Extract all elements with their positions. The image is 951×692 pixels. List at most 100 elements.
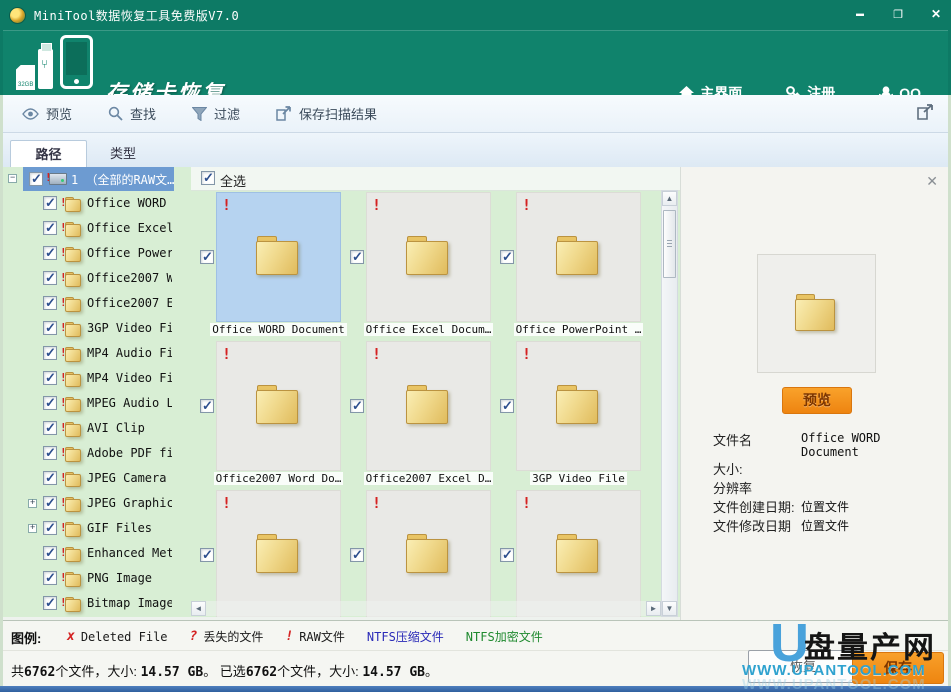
tile-checkbox[interactable] (200, 547, 214, 563)
raw-mark-icon: ! (60, 421, 67, 434)
tile-checkbox[interactable] (500, 249, 514, 265)
tree-item[interactable]: ! MP4 Audio File (3, 341, 174, 366)
folder-icon (65, 222, 82, 237)
preview-button[interactable]: 预览 (782, 387, 852, 414)
tree-item-checkbox[interactable] (43, 320, 57, 336)
share-icon[interactable] (916, 103, 935, 121)
expand-icon[interactable] (28, 497, 37, 508)
tree-item-checkbox[interactable] (43, 345, 57, 361)
tree-item[interactable]: ! Enhanced Met… (3, 541, 174, 566)
tree-item-checkbox[interactable] (43, 545, 57, 561)
tile-checkbox[interactable] (350, 547, 364, 563)
tree-item[interactable]: ! Office Excel… (3, 216, 174, 241)
folder-icon (65, 422, 82, 437)
tree-item[interactable]: ! Office2007 E… (3, 291, 174, 316)
scroll-down-icon[interactable]: ▼ (662, 601, 677, 616)
save-button[interactable]: 保存 (852, 652, 944, 684)
tile-checkbox[interactable] (500, 547, 514, 563)
tile-body[interactable]: ! (516, 192, 641, 322)
scroll-right-icon[interactable]: ► (646, 601, 661, 616)
tile-checkbox[interactable] (350, 249, 364, 265)
grid-vertical-scrollbar[interactable]: ▲ ▼ (661, 190, 678, 617)
status-text-part: 6762 (245, 665, 278, 680)
tree-item[interactable]: ! GIF Files (3, 516, 174, 541)
close-button[interactable] (927, 6, 945, 22)
recover-button[interactable]: 恢复 (748, 650, 858, 683)
toolbar-save-scan-button[interactable]: 保存扫描结果 (276, 104, 377, 123)
tree-item-checkbox[interactable] (43, 495, 57, 511)
legend-item: NTFS加密文件 (466, 628, 543, 645)
tree-item-checkbox[interactable] (43, 470, 57, 486)
tree-item[interactable]: ! Bitmap Image (3, 591, 174, 616)
tree-item[interactable]: ! JPEG Graphic… (3, 491, 174, 516)
scrollbar-thumb[interactable] (663, 210, 676, 278)
tree-item-checkbox[interactable] (43, 595, 57, 611)
raw-mark-icon: ! (60, 346, 67, 359)
toolbar-find-button[interactable]: 查找 (108, 104, 156, 123)
tree-item[interactable]: ! 3GP Video File (3, 316, 174, 341)
tree-item[interactable]: ! Office WORD … (3, 191, 174, 216)
tree-item[interactable]: ! MP4 Video File (3, 366, 174, 391)
tree-item-checkbox[interactable] (43, 520, 57, 536)
raw-mark-icon: ! (60, 521, 67, 534)
tab-path[interactable]: 路径 (10, 140, 87, 167)
tree-item-checkbox[interactable] (43, 220, 57, 236)
folder-icon (405, 385, 452, 425)
folder-icon (65, 497, 82, 512)
scroll-up-icon[interactable]: ▲ (662, 191, 677, 206)
tree-item[interactable]: ! AVI Clip (3, 416, 174, 441)
minimize-button[interactable] (851, 6, 869, 22)
tree-item[interactable]: ! Office Power… (3, 241, 174, 266)
eye-icon (22, 107, 39, 120)
raw-mark-icon: ! (60, 571, 67, 584)
tree-item-checkbox[interactable] (43, 270, 57, 286)
tile-body[interactable]: ! (216, 192, 341, 322)
tree-item-checkbox[interactable] (43, 195, 57, 211)
tree-item[interactable]: ! JPEG Camera … (3, 466, 174, 491)
close-preview-icon[interactable]: ✕ (926, 173, 938, 190)
expand-icon[interactable] (28, 522, 37, 533)
maximize-button[interactable] (889, 6, 907, 22)
tree-item[interactable]: ! PNG Image (3, 566, 174, 591)
toolbar-filter-button[interactable]: 过滤 (192, 104, 240, 123)
tree-item-checkbox[interactable] (43, 370, 57, 386)
tree-item-checkbox[interactable] (43, 395, 57, 411)
tile-body[interactable]: ! (366, 490, 491, 617)
tile-checkbox[interactable] (200, 398, 214, 414)
detail-row: 分辨率 (713, 478, 940, 497)
toolbar-preview-button[interactable]: 预览 (22, 104, 72, 123)
tree-item[interactable]: ! MPEG Audio L… (3, 391, 174, 416)
tree-item-checkbox[interactable] (43, 570, 57, 586)
tile-body[interactable]: ! (216, 490, 341, 617)
folder-icon (555, 385, 602, 425)
legend-item: NTFS压缩文件 (367, 628, 444, 645)
tree-item-checkbox[interactable] (43, 420, 57, 436)
tile-checkbox[interactable] (500, 398, 514, 414)
tree-item-checkbox[interactable] (43, 245, 57, 261)
tree-root-checkbox[interactable] (29, 171, 43, 187)
tile-checkbox[interactable] (350, 398, 364, 414)
file-tile: ! Office Excel Docum… (350, 192, 494, 337)
collapse-icon[interactable] (8, 172, 17, 183)
tree-item-checkbox[interactable] (43, 445, 57, 461)
tree-item-checkbox[interactable] (43, 295, 57, 311)
tile-checkbox[interactable] (200, 249, 214, 265)
raw-mark-icon: ! (60, 221, 67, 234)
tab-type[interactable]: 类型 (88, 140, 158, 167)
tile-body[interactable]: ! (366, 192, 491, 322)
tabbar: 路径 类型 (0, 133, 951, 167)
scroll-left-icon[interactable]: ◄ (191, 601, 206, 616)
phone-icon (60, 35, 93, 89)
raw-mark-icon: ! (372, 345, 382, 363)
tree-item[interactable]: ! Office2007 W… (3, 266, 174, 291)
file-tile: ! 3GP Video File (500, 341, 641, 486)
tile-label: Office PowerPoint … (513, 323, 644, 336)
tile-body[interactable]: ! (516, 490, 641, 617)
tree-root-item[interactable]: ! 1 （全部的RAW文… (3, 167, 174, 191)
tile-body[interactable]: ! (216, 341, 341, 471)
tree-item[interactable]: ! Adobe PDF file (3, 441, 174, 466)
tile-body[interactable]: ! (366, 341, 491, 471)
tile-body[interactable]: ! (516, 341, 641, 471)
window-controls (851, 6, 945, 22)
grid-horizontal-scrollbar[interactable]: ◄ ► (191, 601, 661, 616)
